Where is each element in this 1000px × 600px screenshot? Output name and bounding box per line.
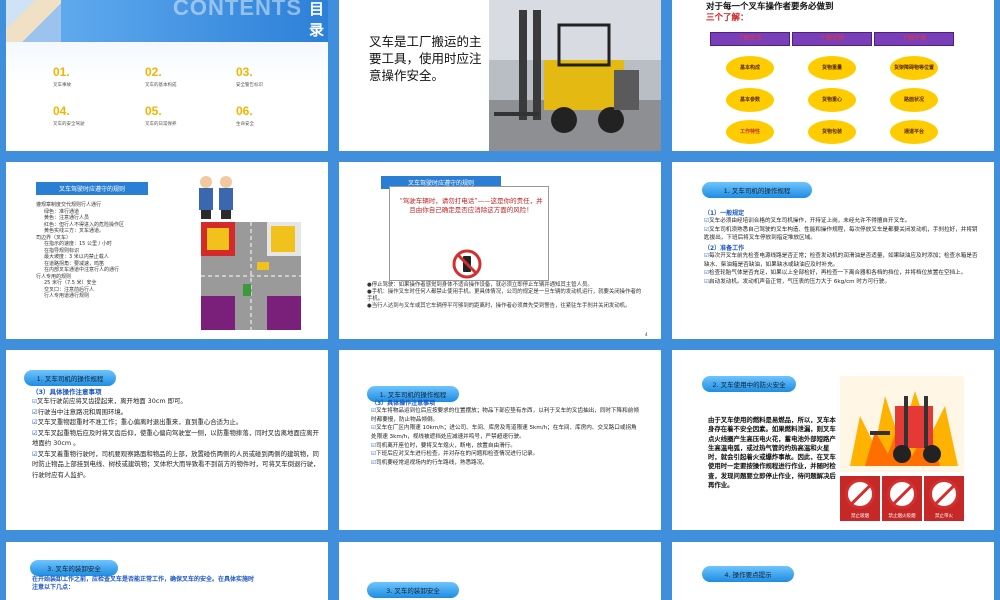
bullet-line: ●当行人达到与叉车或其它车辆停平可够到的距离时，操作者必须首先受到警告，往紧驻车…: [367, 303, 631, 310]
section-pill: 4. 操作要点提示: [702, 566, 794, 582]
item-label: 叉车的日常保养: [145, 122, 177, 127]
oval-item: 基本参数: [726, 88, 774, 112]
slide-thumbnail-5[interactable]: 叉车驾驶时应遵守的规则 “驾驶车辆时，请勿打电话”——这是你的责任，并且由你自己…: [339, 162, 661, 339]
rules-content: （1）一般规定 ☑叉车必须由经培训合格的叉车司机操作，开持证上岗，未经允许不得擅…: [704, 208, 980, 287]
oval-item: 工作特性: [726, 120, 774, 144]
section-pill: 3. 叉车的装卸安全: [30, 560, 118, 576]
burning-forklift-illustration: [840, 376, 964, 472]
category-forklift: 了解叉车: [710, 32, 790, 46]
sign-label: 禁止吸烟: [851, 514, 869, 519]
rule-line: 叉车司机须熟悉自己驾驶的叉车构造、性能和操作规程，每次停放叉车是都要关闭发动机，…: [704, 226, 978, 242]
slide-title-bar: 叉车驾驶时应遵守的规则: [36, 182, 148, 195]
item-number: 02.: [145, 65, 162, 79]
rule-line: 司机离开座位时，要将叉车熄火，断电，放置自由滑行。: [376, 442, 516, 449]
rule-line: 检查轮胎气体是否充足，如果以上全部检好，再检查一下离合器和各档的挡位，并将档位放…: [709, 270, 967, 277]
subheading: （3）具体操作注意事项: [32, 388, 102, 396]
bullet-line: ●手机：操作叉车时任何人都禁止使用手机。更具体情况，公司的规定是一旦车辆的发动机…: [367, 289, 642, 303]
item-number: 06.: [236, 104, 253, 118]
rule-line: 行驶当中注意路况和周围环境。: [37, 407, 128, 416]
item-number: 04.: [53, 104, 70, 118]
rule-line: 司机要经常巡视场内的行车路线，熟悉路况。: [376, 459, 488, 466]
no-fire-sign: 禁止烟火吸烟: [882, 476, 922, 521]
category-cargo: 了解货物: [792, 32, 872, 46]
rule-line: 叉车叉重物超重时不准工作；重心偏离时退出重来，直到重心合适为止。: [37, 418, 243, 427]
oval-item: 路面状况: [890, 88, 938, 112]
oval-item: 货物重心: [808, 88, 856, 112]
slide-thumbnail-4[interactable]: 叉车驾驶时应遵守的规则 遵规章制度交代规则行人通行 绿色：准行通道 黄色：注意通…: [6, 162, 328, 339]
slide-thumbnail-8[interactable]: 1. 叉车司机的操作规程 （3）具体操作注意事项 ☑叉车将物品运到位后应按要求的…: [339, 350, 661, 530]
slide-thumbnail-9[interactable]: 2. 叉车使用中的防火安全 由于叉车使用的燃料是易燃品，所以，叉车本身存在着不安…: [672, 350, 994, 530]
traffic-police-illustration: [199, 176, 233, 219]
warning-text: “驾驶车辆时，请勿打电话”——这是你的责任，并且由你自己确定是否应消除这方面的风…: [399, 197, 543, 215]
slide-thumbnail-11[interactable]: 3. 叉车的装卸安全: [339, 542, 661, 600]
rule-line: 叉车行驶前应将叉齿提起来，离开地面 30cm 即可。: [37, 397, 187, 405]
subheading: （3）具体操作注意事项: [371, 400, 436, 407]
contents-banner: CONTENTS 目录: [61, 0, 328, 42]
rule-line: 叉车将物品运到位后应按要求的位置摆放；物品下部应垫有东西，以利于叉车的叉齿抽出，…: [371, 408, 639, 423]
bullet-line: ●停止驾驶：如果操作者感觉到身体不适合操作设备，就必须立即停止车辆并通知其主管人…: [367, 282, 593, 288]
no-flame-sign: 禁止带火: [924, 476, 964, 521]
rule-line: 叉车叉着重物行驶时，司机要观察路面和物品的上部，放置碰伤两侧的人员或碰到两侧的建…: [32, 449, 320, 480]
section-pill: 2. 叉车使用中的防火安全: [702, 376, 796, 392]
rule-line: 启动发动机。发动机声音正常，气压表的压力大于 6kg/cm 时方可行驶。: [709, 278, 890, 285]
subheading: （1）一般规定: [704, 210, 745, 217]
slide-thumbnail-2[interactable]: 叉车是工厂搬运的主要工具，使用时应注意操作安全。: [339, 0, 661, 151]
rule-line: 行人专用道通行规则: [44, 293, 90, 299]
item-label: 叉车的基本构成: [145, 83, 177, 88]
oval-item: 基本构成: [726, 56, 774, 80]
slide-thumbnail-6[interactable]: 1. 叉车司机的操作规程 （1）一般规定 ☑叉车必须由经培训合格的叉车司机操作，…: [672, 162, 994, 339]
no-phone-icon: [452, 249, 482, 279]
section-pill: 1. 叉车司机的操作规程: [702, 182, 812, 198]
section-pill: 3. 叉车的装卸安全: [367, 582, 459, 598]
item-label: 安全警告标识: [236, 83, 263, 88]
rules-content: （3）具体操作注意事项 ☑叉车行驶前应将叉齿提起来，离开地面 30cm 即可。 …: [32, 386, 322, 481]
intro-text: 在开始装卸工作之前，应检查叉车是否能正常工作，确保叉车的安全。在具体实施时 注意…: [32, 576, 322, 593]
contents-title: 目录: [309, 0, 325, 39]
item-label: 叉车的安全驾驶: [53, 122, 85, 127]
intro-line: 在开始装卸工作之前，应检查叉车是否能正常工作，确保叉车的安全。在具体实施时: [32, 576, 255, 583]
rules-bullets: ●停止驾驶：如果操作者感觉到身体不适合操作设备，就必须立即停止车辆并通知其主管人…: [367, 282, 643, 310]
oval-item: 货物包装: [808, 120, 856, 144]
intro-line: 注意以下几点：: [32, 584, 75, 592]
crossroad-diagram: [201, 222, 301, 330]
fire-safety-text: 由于叉车使用的燃料是易燃品，所以，叉车本身存在着不安全因素。如果燃料泄漏，则叉车…: [708, 416, 836, 489]
section-pill: 1. 叉车司机的操作规程: [24, 370, 116, 386]
rule-line: 叉车在厂区内限速 10km/h；进公司、车间、库房及弯道限速 5km/h；在车间…: [371, 425, 637, 440]
rule-line: 叉车必须由经培训合格的叉车司机操作，开持证上岗，未经允许不得擅自开叉车。: [709, 218, 911, 224]
item-number: 05.: [145, 104, 162, 118]
no-smoking-sign: 禁止吸烟: [840, 476, 880, 521]
oval-item: 通道平台: [890, 120, 938, 144]
rule-line: 下班后应对叉车进行检查，并对存在的问题和检查情况进行记录。: [376, 451, 539, 458]
slide-thumbnail-3[interactable]: 对于每一个叉车操作者要务必做到 三个了解： 了解叉车 了解货物 了解环境 基本构…: [672, 0, 994, 151]
decorative-shapes: [6, 0, 61, 42]
forklift-photo: [489, 0, 661, 151]
subheading: （2）准备工作: [704, 244, 745, 252]
slide-thumbnail-7[interactable]: 1. 叉车司机的操作规程 （3）具体操作注意事项 ☑叉车行驶前应将叉齿提起来，离…: [6, 350, 328, 530]
sign-label: 禁止带火: [935, 514, 953, 519]
rules-content: （3）具体操作注意事项 ☑叉车将物品运到位后应按要求的位置摆放；物品下部应垫有东…: [371, 398, 641, 468]
warning-box: “驾驶车辆时，请勿打电话”——这是你的责任，并且由你自己确定是否应消除这方面的风…: [389, 186, 549, 281]
rules-list: 遵规章制度交代规则行人通行 绿色：准行通道 黄色：注意通行人员 红色：但行人不得…: [36, 202, 186, 300]
oval-item: 货架障碍物等位置: [890, 56, 938, 80]
item-number: 01.: [53, 65, 70, 79]
rule-line: 叉车叉起重物后应及时将叉齿后仰，使重心偏向驾驶室一侧，以防重物摔落，同时叉齿离地…: [32, 428, 319, 448]
item-number: 03.: [236, 65, 253, 79]
rule-line: 每次开叉车前先检查电源线路是否正常；检查发动机的润滑油是否适量，如果缺油应及时添…: [704, 252, 978, 268]
page-number: 4: [645, 332, 648, 337]
slide-main-text: 叉车是工厂搬运的主要工具，使用时应注意操作安全。: [369, 34, 482, 83]
slide-heading-red: 三个了解：: [706, 13, 749, 23]
item-label: 生命安全: [236, 122, 254, 127]
slide-thumbnail-12[interactable]: 4. 操作要点提示: [672, 542, 994, 600]
sign-label: 禁止烟火吸烟: [888, 514, 916, 519]
item-label: 叉车事故: [53, 83, 71, 88]
category-environment: 了解环境: [874, 32, 954, 46]
slide-thumbnail-1[interactable]: CONTENTS 目录 01. 叉车事故 02. 叉车的基本构成 03. 安全警…: [6, 0, 328, 151]
oval-item: 货物重量: [808, 56, 856, 80]
slide-thumbnail-10[interactable]: 3. 叉车的装卸安全 在开始装卸工作之前，应检查叉车是否能正常工作，确保叉车的安…: [6, 542, 328, 600]
contents-word: CONTENTS: [173, 0, 302, 20]
